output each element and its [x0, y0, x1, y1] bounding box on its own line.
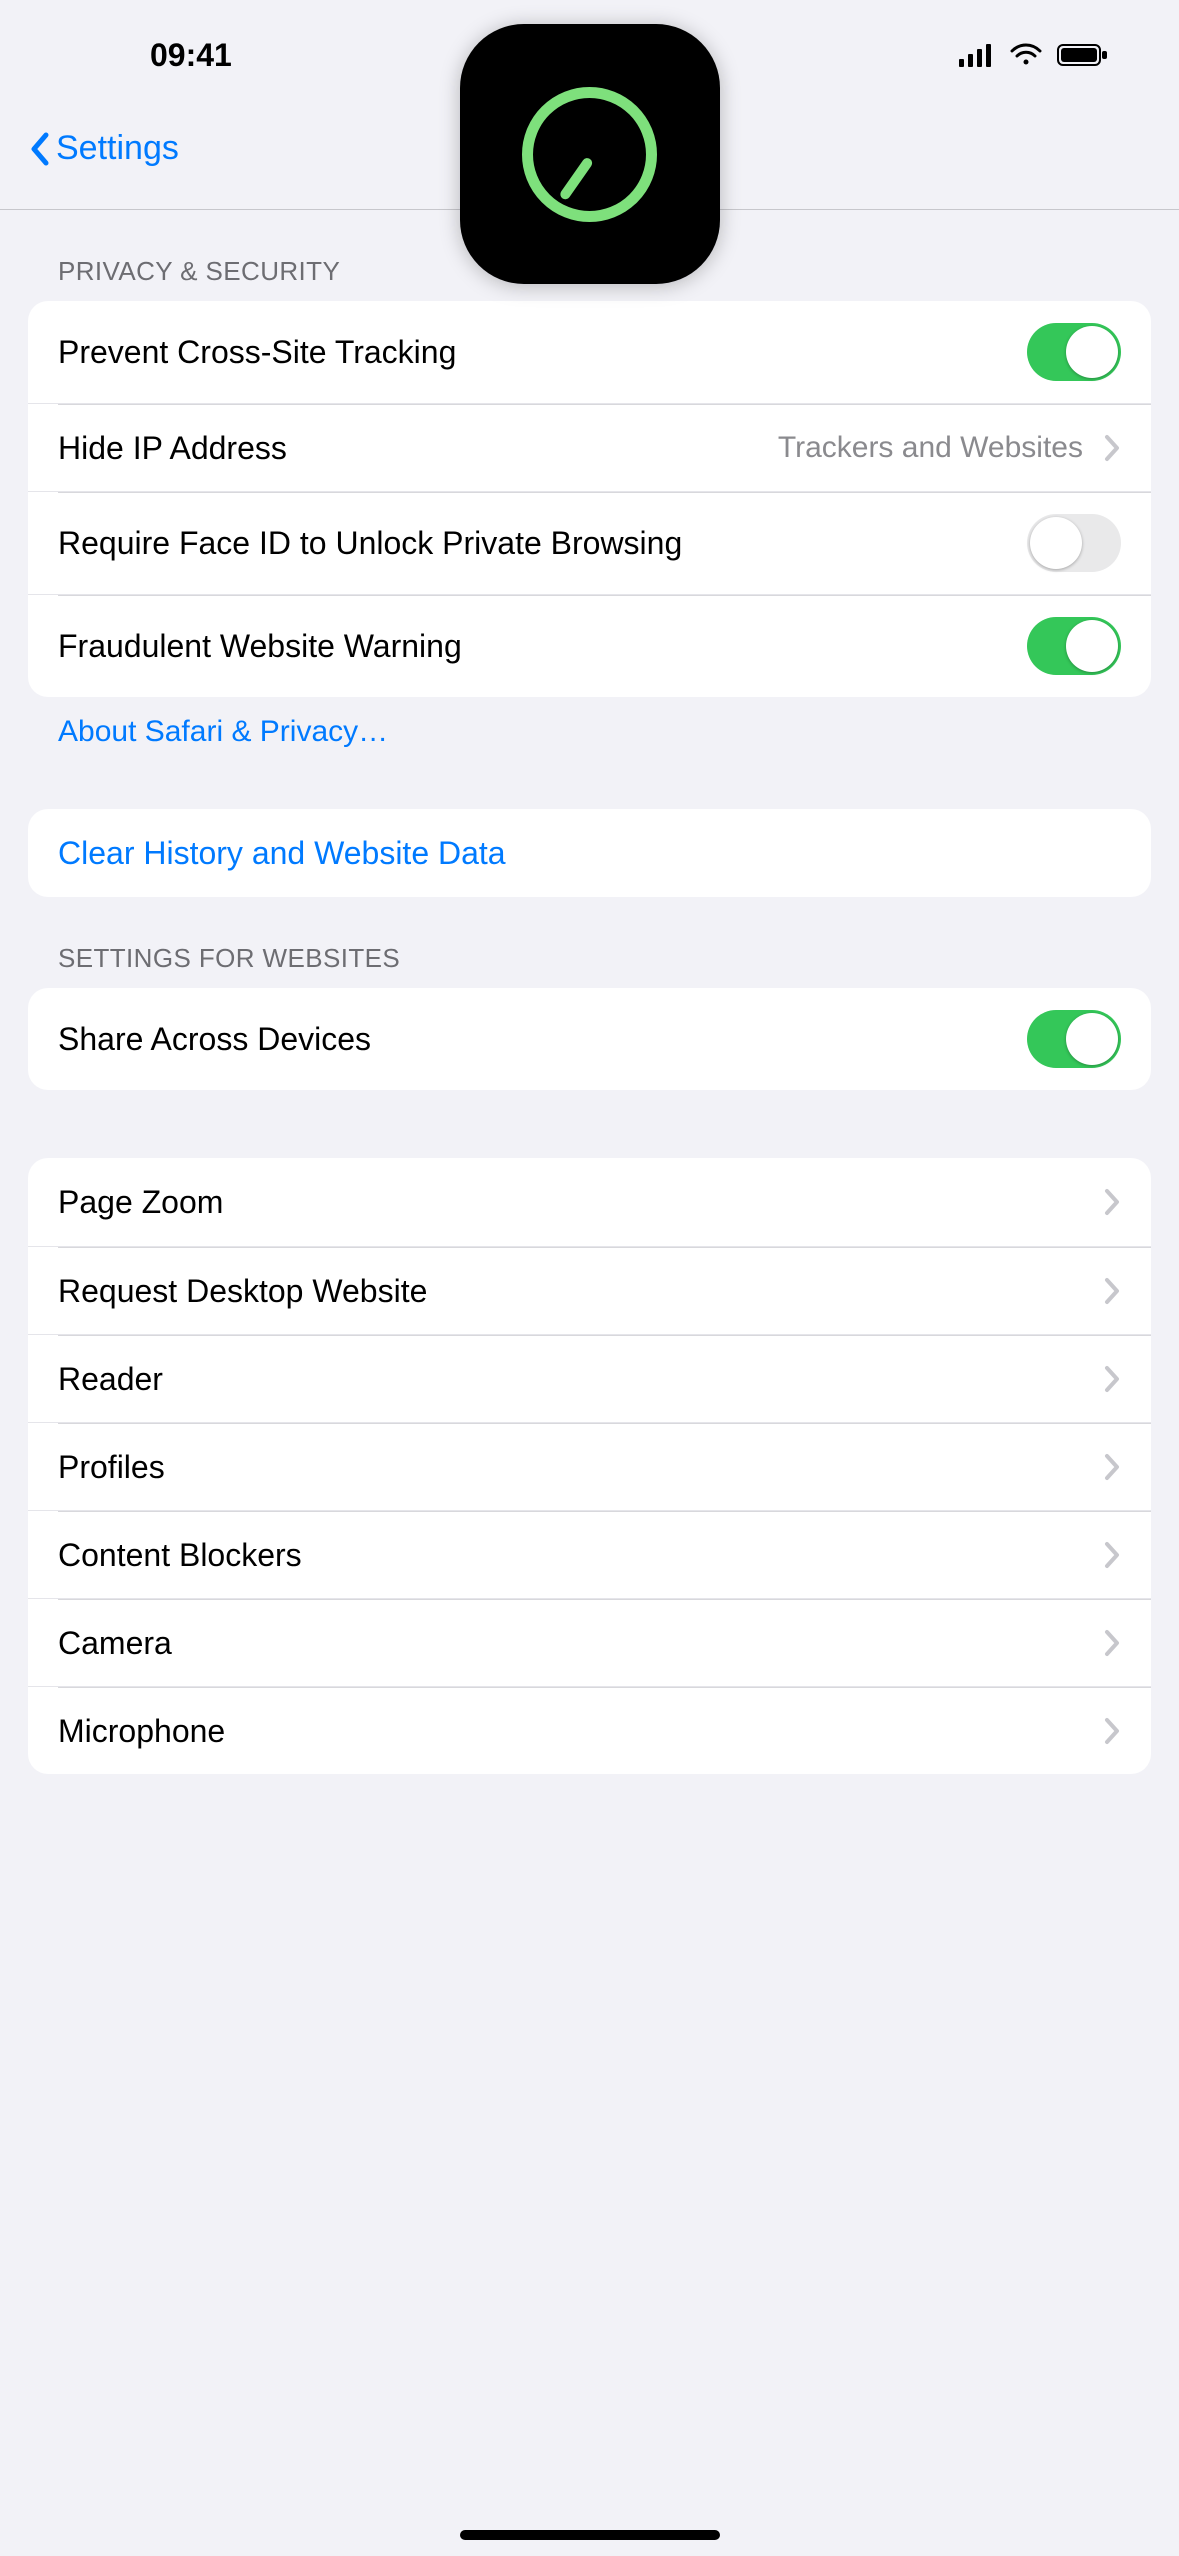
row-label: Prevent Cross-Site Tracking: [58, 332, 1007, 372]
row-reader[interactable]: Reader: [28, 1334, 1151, 1422]
row-require-faceid-private-browsing[interactable]: Require Face ID to Unlock Private Browsi…: [28, 491, 1151, 594]
row-label: Content Blockers: [58, 1535, 1083, 1575]
row-label: Profiles: [58, 1447, 1083, 1487]
toggle-share-across-devices[interactable]: [1027, 1010, 1121, 1068]
row-content-blockers[interactable]: Content Blockers: [28, 1510, 1151, 1598]
settings-content: Privacy & Security Prevent Cross-Site Tr…: [0, 210, 1179, 1894]
home-indicator[interactable]: [460, 2530, 720, 2540]
group-privacy: Prevent Cross-Site Tracking Hide IP Addr…: [28, 301, 1151, 697]
row-clear-history[interactable]: Clear History and Website Data: [28, 809, 1151, 897]
chevron-right-icon: [1103, 1540, 1121, 1570]
link-about-safari-privacy[interactable]: About Safari & Privacy…: [0, 697, 1179, 749]
row-hide-ip-address[interactable]: Hide IP Address Trackers and Websites: [28, 403, 1151, 491]
row-label: Camera: [58, 1623, 1083, 1663]
row-microphone[interactable]: Microphone: [28, 1686, 1151, 1774]
chevron-right-icon: [1103, 1276, 1121, 1306]
row-camera[interactable]: Camera: [28, 1598, 1151, 1686]
row-fraudulent-website-warning[interactable]: Fraudulent Website Warning: [28, 594, 1151, 697]
row-label: Request Desktop Website: [58, 1271, 1083, 1311]
chevron-right-icon: [1103, 1187, 1121, 1217]
row-label: Fraudulent Website Warning: [58, 626, 1007, 666]
group-share-across-devices: Share Across Devices: [28, 988, 1151, 1090]
status-time: 09:41: [150, 37, 232, 74]
wifi-icon: [1009, 43, 1043, 67]
row-profiles[interactable]: Profiles: [28, 1422, 1151, 1510]
chevron-right-icon: [1103, 1452, 1121, 1482]
back-button[interactable]: Settings: [28, 129, 179, 168]
cellular-icon: [959, 43, 995, 67]
row-label: Microphone: [58, 1711, 1083, 1751]
back-label: Settings: [56, 129, 179, 168]
row-label: Share Across Devices: [58, 1019, 1007, 1059]
row-label: Require Face ID to Unlock Private Browsi…: [58, 523, 1007, 563]
row-detail: Trackers and Websites: [778, 429, 1083, 467]
row-label: Hide IP Address: [58, 428, 758, 468]
row-label: Reader: [58, 1359, 1083, 1399]
floating-app-icon[interactable]: [460, 24, 720, 284]
group-site-settings: Page Zoom Request Desktop Website Reader…: [28, 1158, 1151, 1774]
row-page-zoom[interactable]: Page Zoom: [28, 1158, 1151, 1246]
chevron-right-icon: [1103, 1364, 1121, 1394]
row-request-desktop-website[interactable]: Request Desktop Website: [28, 1246, 1151, 1334]
section-header-websites: Settings for Websites: [0, 897, 1179, 988]
chevron-right-icon: [1103, 433, 1121, 463]
chevron-right-icon: [1103, 1716, 1121, 1746]
row-label: Page Zoom: [58, 1182, 1083, 1222]
status-right: [959, 43, 1109, 67]
chevron-right-icon: [1103, 1628, 1121, 1658]
row-prevent-cross-site-tracking[interactable]: Prevent Cross-Site Tracking: [28, 301, 1151, 403]
clock-icon: [522, 87, 657, 222]
group-clear-history: Clear History and Website Data: [28, 809, 1151, 897]
toggle-prevent-tracking[interactable]: [1027, 323, 1121, 381]
toggle-fraud-warning[interactable]: [1027, 617, 1121, 675]
battery-icon: [1057, 43, 1109, 67]
row-label: Clear History and Website Data: [58, 833, 1121, 873]
row-share-across-devices[interactable]: Share Across Devices: [28, 988, 1151, 1090]
toggle-require-faceid[interactable]: [1027, 514, 1121, 572]
chevron-left-icon: [28, 131, 50, 167]
